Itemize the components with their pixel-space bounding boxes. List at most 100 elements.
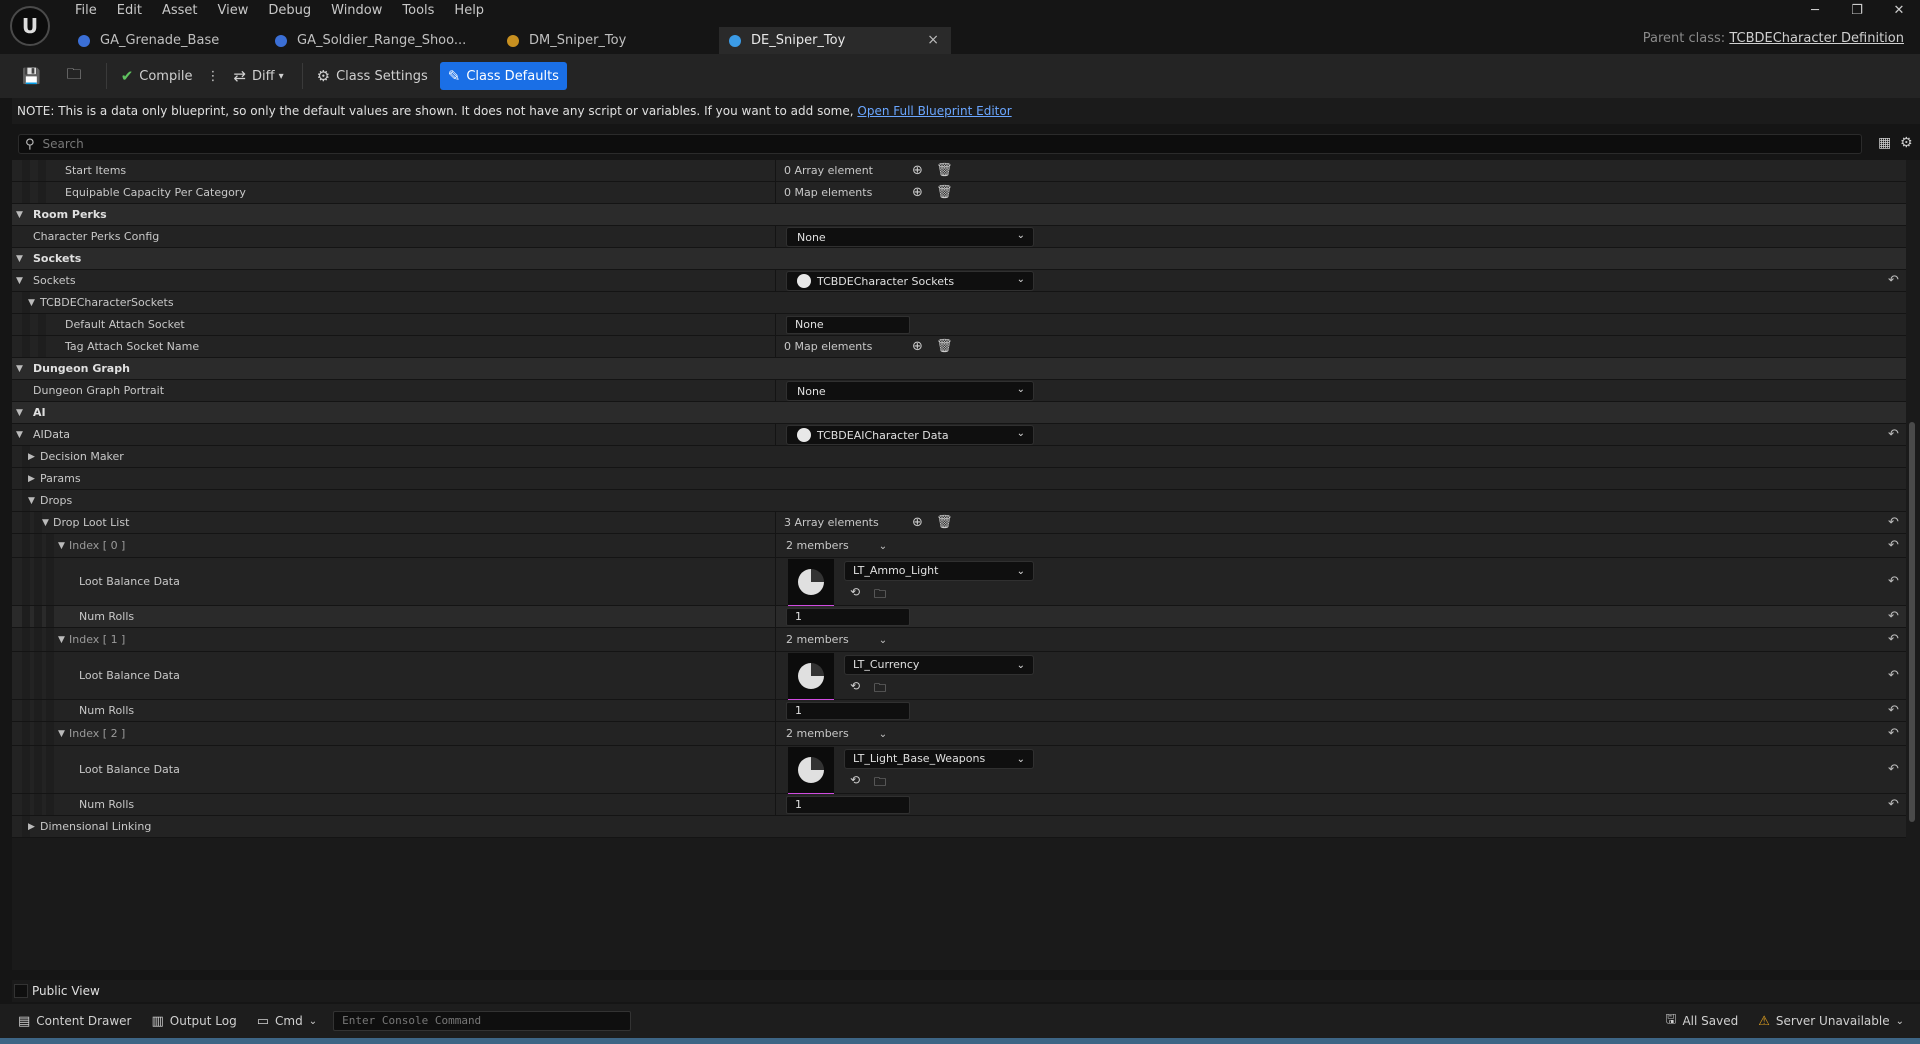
unreal-logo-icon[interactable]: U [10, 6, 50, 46]
menu-file[interactable]: File [65, 0, 107, 22]
loot-asset-combo[interactable]: LT_Currency ⌄ [844, 655, 1034, 675]
output-log-button[interactable]: ▥ Output Log [142, 1004, 247, 1038]
parent-class-link[interactable]: TCBDECharacter Definition [1729, 31, 1904, 46]
collapse-arrow-icon[interactable]: ▼ [16, 408, 23, 418]
compile-options-button[interactable]: ⋮ [204, 62, 221, 90]
column-divider[interactable] [775, 182, 776, 203]
trash-icon[interactable]: 🗑 [936, 339, 953, 354]
menu-asset[interactable]: Asset [152, 0, 208, 22]
column-divider[interactable] [775, 722, 776, 745]
scrollbar-thumb[interactable] [1909, 422, 1915, 822]
all-saved-button[interactable]: 🖫 All Saved [1655, 1004, 1748, 1038]
browse-folder-icon[interactable]: 🗀 [874, 585, 886, 606]
expand-arrow-icon[interactable]: ▶ [28, 822, 35, 832]
column-divider[interactable] [775, 558, 776, 605]
expand-arrow-icon[interactable]: ▶ [28, 452, 35, 462]
column-divider[interactable] [775, 512, 776, 533]
asset-thumbnail[interactable] [788, 653, 834, 701]
column-divider[interactable] [775, 534, 776, 557]
category-room-perks[interactable]: ▼ Room Perks [12, 204, 1906, 226]
menu-edit[interactable]: Edit [107, 0, 152, 22]
num-rolls-input[interactable]: 1 [786, 796, 910, 814]
collapse-arrow-icon[interactable]: ▼ [58, 541, 65, 551]
menu-window[interactable]: Window [321, 0, 392, 22]
search-box[interactable]: ⚲ [18, 134, 1862, 154]
trash-icon[interactable]: 🗑 [936, 185, 953, 200]
server-status-button[interactable]: ⚠ Server Unavailable ⌄ [1748, 1004, 1920, 1038]
aidata-combo[interactable]: TCBDEAICharacter Data ⌄ [786, 425, 1034, 445]
members-dropdown[interactable]: 2 members ⌄ [786, 633, 887, 646]
tab-de-sniper-toy[interactable]: DE_Sniper_Toy × [719, 27, 951, 54]
browse-folder-icon[interactable]: 🗀 [874, 679, 886, 700]
console-command-input[interactable]: Enter Console Command [333, 1011, 632, 1031]
public-view-checkbox[interactable] [14, 984, 28, 998]
reset-to-default-icon[interactable]: ↶ [1888, 762, 1899, 777]
asset-thumbnail[interactable] [788, 747, 834, 795]
column-divider[interactable] [775, 226, 776, 247]
save-button[interactable]: 💾 [14, 62, 55, 90]
class-settings-button[interactable]: ⚙ Class Settings [309, 62, 436, 90]
reset-to-default-icon[interactable]: ↶ [1888, 574, 1899, 589]
column-divider[interactable] [775, 424, 776, 445]
reset-to-default-icon[interactable]: ↶ [1888, 632, 1899, 647]
menu-debug[interactable]: Debug [258, 0, 321, 22]
collapse-arrow-icon[interactable]: ▼ [16, 254, 23, 264]
category-dungeon-graph[interactable]: ▼ Dungeon Graph [12, 358, 1906, 380]
column-divider[interactable] [775, 652, 776, 699]
reset-to-default-icon[interactable]: ↶ [1888, 427, 1899, 442]
use-selected-icon[interactable]: ⟲ [850, 679, 860, 693]
reset-to-default-icon[interactable]: ↶ [1888, 609, 1899, 624]
num-rolls-input[interactable]: 1 [786, 608, 910, 626]
reset-to-default-icon[interactable]: ↶ [1888, 538, 1899, 553]
settings-gear-icon[interactable]: ⚙ [1900, 135, 1913, 151]
sockets-combo[interactable]: TCBDECharacter Sockets ⌄ [786, 271, 1034, 291]
category-ai[interactable]: ▼ AI [12, 402, 1906, 424]
window-close-icon[interactable]: ✕ [1878, 0, 1920, 22]
use-selected-icon[interactable]: ⟲ [850, 585, 860, 599]
struct-row-dimensional-linking[interactable]: ▶ Dimensional Linking [12, 816, 1906, 838]
menu-help[interactable]: Help [444, 0, 494, 22]
column-divider[interactable] [775, 380, 776, 401]
menu-view[interactable]: View [208, 0, 259, 22]
collapse-arrow-icon[interactable]: ▼ [58, 635, 65, 645]
asset-thumbnail[interactable] [788, 559, 834, 607]
search-input[interactable] [40, 136, 1745, 152]
members-dropdown[interactable]: 2 members ⌄ [786, 727, 887, 740]
column-divider[interactable] [775, 628, 776, 651]
reset-to-default-icon[interactable]: ↶ [1888, 797, 1899, 812]
column-divider[interactable] [775, 336, 776, 357]
minimize-icon[interactable]: ─ [1794, 0, 1836, 22]
struct-row-drops[interactable]: ▼ Drops [12, 490, 1906, 512]
collapse-arrow-icon[interactable]: ▼ [28, 496, 35, 506]
add-element-icon[interactable]: ⊕ [912, 185, 923, 200]
add-element-icon[interactable]: ⊕ [912, 339, 923, 354]
collapse-arrow-icon[interactable]: ▼ [16, 430, 23, 440]
reset-to-default-icon[interactable]: ↶ [1888, 703, 1899, 718]
collapse-arrow-icon[interactable]: ▼ [16, 276, 23, 286]
trash-icon[interactable]: 🗑 [936, 163, 953, 178]
class-defaults-button[interactable]: ✎ Class Defaults [439, 62, 567, 90]
default-attach-socket-input[interactable]: None [786, 316, 910, 334]
open-full-blueprint-editor-link[interactable]: Open Full Blueprint Editor [857, 104, 1011, 118]
property-matrix-icon[interactable]: ▦ [1878, 135, 1891, 151]
cmd-dropdown[interactable]: ▭ Cmd ⌄ [247, 1004, 327, 1038]
loot-asset-combo[interactable]: LT_Ammo_Light ⌄ [844, 561, 1034, 581]
tab-ga-soldier-range[interactable]: GA_Soldier_Range_Shoo... [265, 27, 497, 54]
column-divider[interactable] [775, 160, 776, 181]
restore-icon[interactable]: ❐ [1836, 0, 1878, 22]
reset-to-default-icon[interactable]: ↶ [1888, 726, 1899, 741]
reset-to-default-icon[interactable]: ↶ [1888, 273, 1899, 288]
diff-button[interactable]: ⇄ Diff ▾ [225, 62, 291, 90]
column-divider[interactable] [775, 746, 776, 793]
struct-row-decision-maker[interactable]: ▶ Decision Maker [12, 446, 1906, 468]
trash-icon[interactable]: 🗑 [936, 515, 953, 530]
struct-row-params[interactable]: ▶ Params [12, 468, 1906, 490]
collapse-arrow-icon[interactable]: ▼ [58, 729, 65, 739]
content-drawer-button[interactable]: ▤ Content Drawer [0, 1004, 142, 1038]
dungeon-portrait-combo[interactable]: None ⌄ [786, 381, 1034, 401]
column-divider[interactable] [775, 794, 776, 815]
browse-folder-icon[interactable]: 🗀 [874, 773, 886, 794]
browse-button[interactable]: 🗀 [59, 62, 96, 90]
collapse-arrow-icon[interactable]: ▼ [42, 518, 49, 528]
reset-to-default-icon[interactable]: ↶ [1888, 668, 1899, 683]
